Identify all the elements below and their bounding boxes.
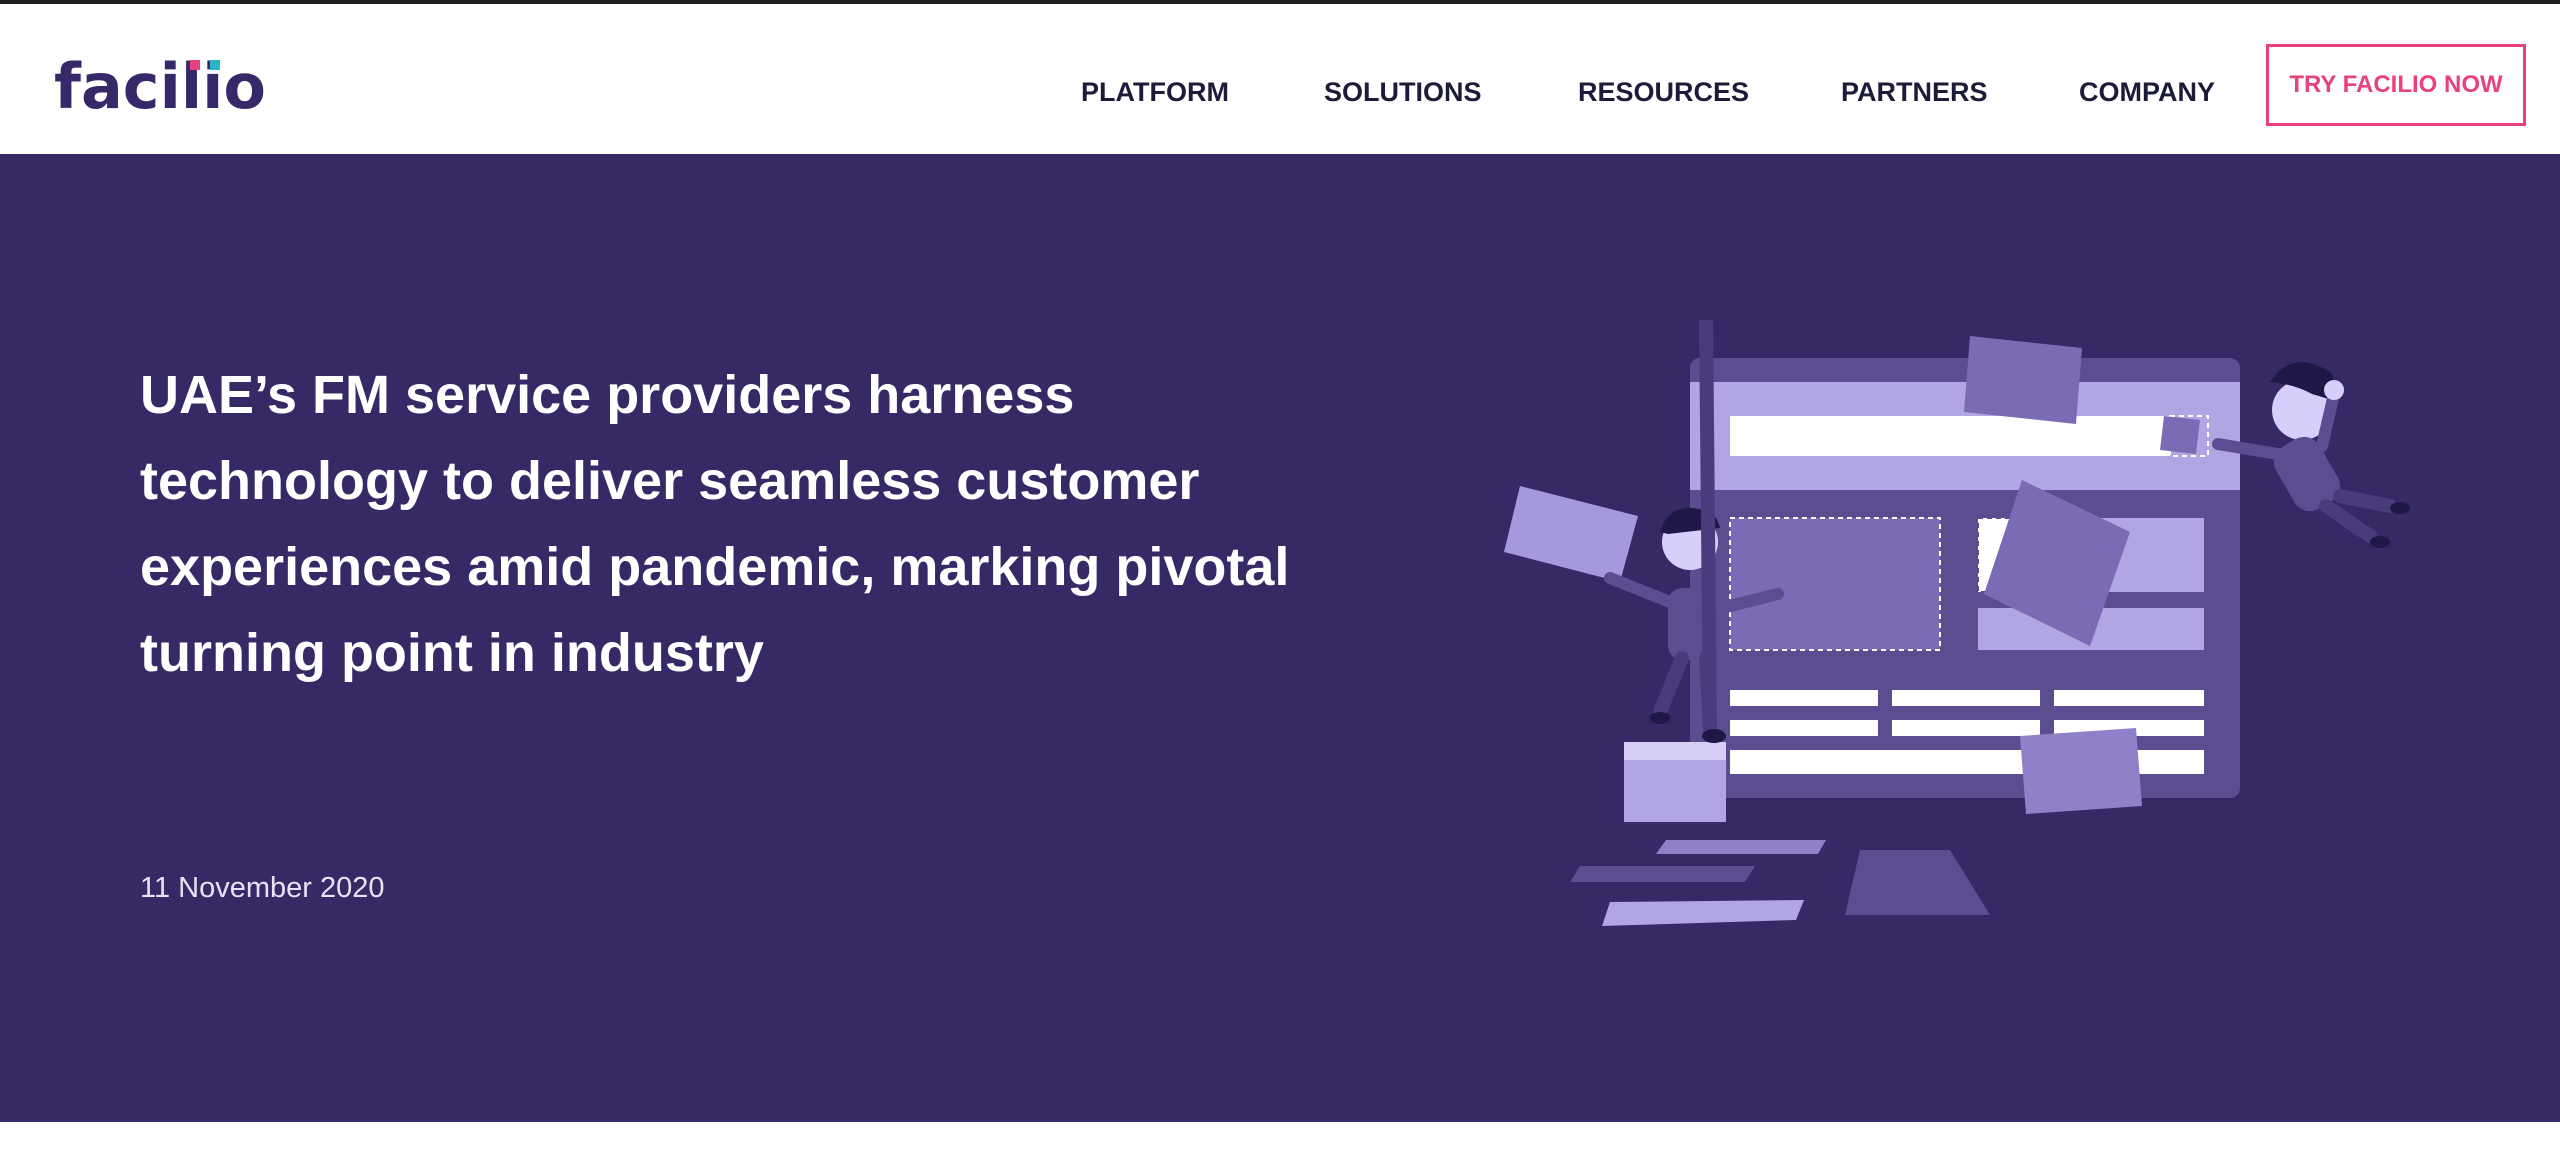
nav-partners[interactable]: PARTNERS [1841, 72, 1988, 112]
headline-line-2: technology to deliver seamless customer [140, 451, 1200, 511]
headline-line-1: UAE’s FM service providers harness [140, 365, 1075, 425]
headline-line-3: experiences amid pandemic, marking pivot… [140, 537, 1290, 597]
nav-resources[interactable]: RESOURCES [1578, 72, 1749, 112]
logo-dots-icon [190, 60, 220, 70]
publish-date: 11 November 2020 [140, 872, 385, 904]
headline-line-4: turning point in industry [140, 623, 764, 683]
hero-illustration [1504, 320, 2410, 926]
nav-solutions[interactable]: SOLUTIONS [1324, 72, 1482, 112]
nav-company[interactable]: COMPANY [2079, 72, 2215, 112]
site-header: facilio PLATFORM SOLUTIONS RESOURCES PAR… [0, 4, 2560, 154]
article-headline: UAE’s FM service providers harness techn… [140, 352, 1390, 696]
nav-platform[interactable]: PLATFORM [1081, 72, 1229, 112]
monitor-illustration [1690, 358, 2240, 915]
try-facilio-now-button[interactable]: TRY FACILIO NOW [2266, 44, 2526, 126]
